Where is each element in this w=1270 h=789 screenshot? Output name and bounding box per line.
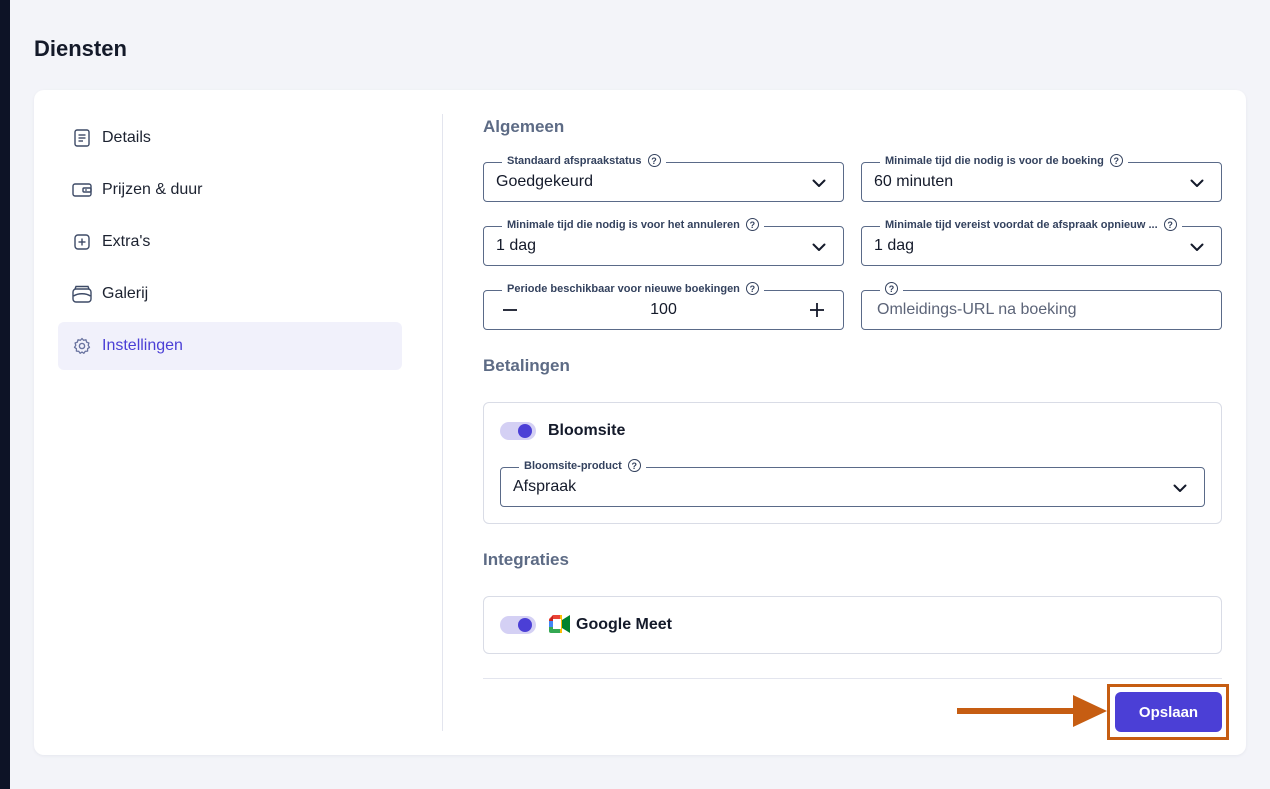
bloomsite-payment-box: Bloomsite Bloomsite-product? Afspraak (483, 402, 1222, 524)
chevron-down-icon (812, 243, 826, 251)
help-icon[interactable]: ? (627, 459, 641, 472)
left-edge-bar (0, 0, 10, 789)
help-icon[interactable]: ? (647, 154, 661, 167)
redirect-url-placeholder: Omleidings-URL na boeking (877, 301, 1077, 318)
document-icon (72, 128, 92, 148)
google-meet-toggle[interactable] (500, 616, 536, 634)
field-value: 1 dag (496, 237, 537, 254)
field-label: ? (880, 282, 903, 295)
sidebar-item-label: Galerij (102, 285, 149, 302)
bloomsite-title: Bloomsite (548, 422, 626, 439)
google-meet-icon (549, 615, 570, 633)
help-icon[interactable]: ? (745, 282, 759, 295)
help-icon[interactable]: ? (885, 282, 898, 295)
sidebar-item-label: Prijzen & duur (102, 181, 203, 198)
page-title: Diensten (34, 36, 127, 61)
sidebar-item-extras[interactable]: Extra's (58, 218, 402, 266)
plus-square-icon (72, 232, 92, 252)
min-booking-time-select[interactable]: Minimale tijd die nodig is voor de boeki… (861, 154, 1222, 202)
chevron-down-icon (1190, 179, 1204, 187)
sidebar-item-settings[interactable]: Instellingen (58, 322, 402, 370)
appointment-status-select[interactable]: Standaard afspraakstatus? Goedgekeurd (483, 154, 844, 202)
min-cancel-time-select[interactable]: Minimale tijd die nodig is voor het annu… (483, 218, 844, 266)
sidebar-item-label: Instellingen (102, 337, 183, 354)
field-value: Afspraak (513, 478, 577, 495)
help-icon[interactable]: ? (1109, 154, 1123, 167)
section-title-integrations: Integraties (483, 550, 569, 569)
sidebar-item-label: Extra's (102, 233, 151, 250)
chevron-down-icon (1173, 484, 1187, 492)
chevron-down-icon (812, 179, 826, 187)
vertical-divider (442, 114, 443, 731)
google-meet-title: Google Meet (576, 616, 673, 633)
gallery-icon (72, 284, 92, 304)
field-label: Minimale tijd die nodig is voor de boeki… (880, 154, 1128, 167)
help-icon[interactable]: ? (745, 218, 759, 231)
google-meet-box: Google Meet (483, 596, 1222, 654)
sidebar-item-label: Details (102, 129, 151, 146)
settings-card: Details Prijzen & duur Extra's Galerij I… (34, 90, 1246, 755)
field-label: Minimale tijd vereist voordat de afspraa… (880, 218, 1182, 231)
field-value: Goedgekeurd (496, 173, 593, 190)
save-button-highlight (1107, 684, 1229, 740)
annotation-arrow-icon (957, 695, 1107, 727)
gear-icon (72, 336, 92, 356)
sidebar-item-gallery[interactable]: Galerij (58, 270, 402, 318)
field-label: Minimale tijd die nodig is voor het annu… (502, 218, 764, 231)
wallet-icon (72, 180, 92, 200)
min-reschedule-time-select[interactable]: Minimale tijd vereist voordat de afspraa… (861, 218, 1222, 266)
footer-divider (483, 678, 1222, 679)
section-title-payments: Betalingen (483, 356, 570, 375)
sidebar: Details Prijzen & duur Extra's Galerij I… (58, 114, 402, 374)
field-value: 100 (650, 301, 677, 318)
plus-icon[interactable] (807, 300, 827, 320)
toggle-knob (518, 424, 532, 438)
sidebar-item-prices[interactable]: Prijzen & duur (58, 166, 402, 214)
booking-period-stepper[interactable]: Periode beschikbaar voor nieuwe boekinge… (483, 282, 844, 330)
bloomsite-toggle[interactable] (500, 422, 536, 440)
field-label: Bloomsite-product? (519, 459, 646, 472)
field-label: Periode beschikbaar voor nieuwe boekinge… (502, 282, 764, 295)
field-value: 60 minuten (874, 173, 954, 190)
help-icon[interactable]: ? (1163, 218, 1177, 231)
sidebar-item-details[interactable]: Details (58, 114, 402, 162)
field-value: 1 dag (874, 237, 915, 254)
toggle-knob (518, 618, 532, 632)
section-title-general: Algemeen (483, 117, 565, 136)
redirect-url-input[interactable]: ? Omleidings-URL na boeking (861, 282, 1222, 330)
field-label: Standaard afspraakstatus? (502, 154, 666, 167)
bloomsite-product-select[interactable]: Bloomsite-product? Afspraak (500, 459, 1205, 507)
chevron-down-icon (1190, 243, 1204, 251)
